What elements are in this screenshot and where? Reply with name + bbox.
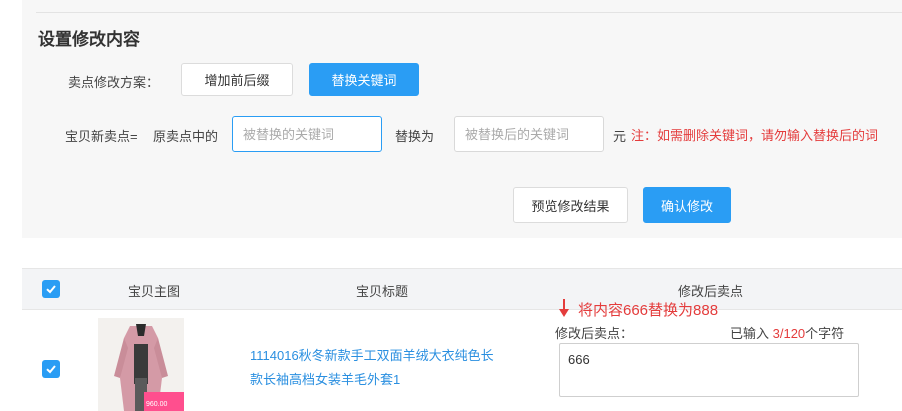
section-title: 设置修改内容 xyxy=(38,30,140,49)
scheme-label: 卖点修改方案： xyxy=(68,75,160,90)
count-prefix: 已输入 xyxy=(730,326,773,341)
formula-prefix: 宝贝新卖点= xyxy=(65,129,138,144)
title-line-2: 款长袖高档女装羊毛外套1 xyxy=(250,372,401,387)
header-title: 宝贝标题 xyxy=(356,284,409,299)
annotation-text: 将内容666替换为888 xyxy=(578,302,719,319)
product-title-link[interactable]: 1114016秋冬新款手工双面羊绒大衣纯色长 款长袖高档女装羊毛外套1 xyxy=(250,344,530,392)
coat-image-icon xyxy=(98,318,184,411)
check-icon xyxy=(46,365,56,374)
find-keyword-input[interactable] xyxy=(232,116,382,152)
count-suffix: 个字符 xyxy=(805,326,845,341)
char-count: 已输入 3/120个字符 xyxy=(730,323,844,342)
replace-label: 替换为 xyxy=(395,129,435,144)
table-header: 宝贝主图 宝贝标题 修改后卖点 xyxy=(22,268,902,310)
arrow-down-icon xyxy=(559,299,569,317)
replace-keyword-input[interactable] xyxy=(454,116,604,152)
add-prefix-suffix-button[interactable]: 增加前后缀 xyxy=(181,63,293,96)
row-checkbox[interactable] xyxy=(42,360,60,378)
product-image[interactable]: 960.00 xyxy=(98,318,184,411)
header-main-image: 宝贝主图 xyxy=(128,284,181,299)
replace-keyword-button[interactable]: 替换关键词 xyxy=(309,63,419,96)
check-icon xyxy=(46,285,56,294)
selling-point-textarea[interactable]: 666 xyxy=(559,343,859,397)
title-line-1: 1114016秋冬新款手工双面羊绒大衣纯色长 xyxy=(250,348,494,363)
count-value: 3/120 xyxy=(772,326,806,341)
select-all-checkbox[interactable] xyxy=(42,280,60,298)
preview-button[interactable]: 预览修改结果 xyxy=(513,187,628,223)
note-text: 注：如需删除关键词，请勿输入替换后的词 xyxy=(631,128,879,143)
confirm-button[interactable]: 确认修改 xyxy=(643,187,731,223)
header-selling-point: 修改后卖点 xyxy=(678,284,744,299)
image-price: 960.00 xyxy=(146,401,168,408)
formula-suffix: 元 xyxy=(613,129,627,144)
source-label: 原卖点中的 xyxy=(153,129,219,144)
settings-panel: 设置修改内容 卖点修改方案： 增加前后缀 替换关键词 宝贝新卖点= 原卖点中的 … xyxy=(22,0,902,238)
selling-point-label: 修改后卖点： xyxy=(555,326,634,341)
divider xyxy=(36,12,902,13)
